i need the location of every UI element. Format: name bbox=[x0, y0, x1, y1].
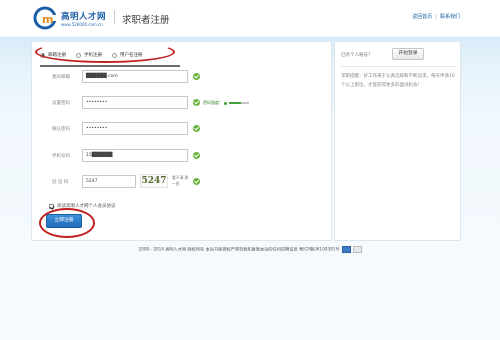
login-button[interactable]: 开始登录 bbox=[392, 48, 424, 60]
tab-label: 手机注册 bbox=[84, 53, 102, 58]
registration-panel: 邮箱注册 手机注册 用户名注册 我的邮箱 ██████.com 设置密码 •••… bbox=[31, 41, 332, 241]
phone-field[interactable]: 15██████ bbox=[82, 149, 188, 162]
side-divider bbox=[341, 66, 455, 67]
phone-label: 手机号码 bbox=[52, 154, 70, 159]
check-ok-icon bbox=[193, 178, 200, 185]
captcha-refresh-link[interactable]: 看不清 换一张 bbox=[172, 175, 190, 186]
security-badge-icon[interactable] bbox=[352, 246, 362, 253]
password-label: 设置密码 bbox=[52, 101, 70, 106]
check-ok-icon bbox=[193, 73, 200, 80]
tab-label: 邮箱注册 bbox=[48, 53, 66, 58]
password-strength: 密码强度： bbox=[203, 100, 249, 106]
email-label: 我的邮箱 bbox=[52, 75, 70, 80]
svg-text:m: m bbox=[42, 13, 53, 26]
confirm-password-row: 确认密码 •••••••• bbox=[32, 121, 332, 137]
link-separator: | bbox=[435, 14, 437, 20]
site-logo[interactable]: m 高明人才网 www.528000.com.cn bbox=[33, 6, 133, 30]
confirm-password-field[interactable]: •••••••• bbox=[82, 122, 188, 135]
page-title: 求职者注册 bbox=[122, 15, 170, 26]
phone-row: 手机号码 15██████ bbox=[32, 148, 332, 164]
agree-label[interactable]: 阅读高明人才网个人会员协议 bbox=[57, 203, 116, 209]
strength-label: 密码强度： bbox=[203, 100, 223, 105]
logo-url: www.528000.com.cn bbox=[61, 22, 103, 27]
job-tip: 求职提醒：好工作来于认真选择和不断追求。每天申请10个以上职位，才能获得更多的面… bbox=[341, 74, 455, 88]
tab-label: 用户名注册 bbox=[120, 53, 143, 58]
link-home[interactable]: 返回首页 bbox=[412, 13, 432, 20]
side-panel: 已有个人账号？ 开始登录 求职提醒：好工作来于认真选择和不断追求。每天申请10个… bbox=[334, 41, 461, 241]
radio-selected-icon[interactable] bbox=[40, 52, 45, 58]
radio-icon[interactable] bbox=[112, 52, 117, 58]
check-ok-icon bbox=[193, 125, 200, 132]
title-divider bbox=[114, 10, 115, 24]
tabs-underline bbox=[40, 65, 180, 67]
check-ok-icon bbox=[193, 99, 200, 106]
link-contact[interactable]: 联系我们 bbox=[440, 13, 460, 20]
agreement: 阅读高明人才网个人会员协议 bbox=[49, 203, 116, 209]
agree-checkbox[interactable] bbox=[49, 203, 54, 209]
captcha-row: 验 证 码 5247 5247 看不清 换一张 bbox=[32, 174, 332, 190]
logo-name: 高明人才网 bbox=[61, 12, 107, 22]
password-field[interactable]: •••••••• bbox=[82, 96, 188, 109]
register-button[interactable]: 立即注册 bbox=[46, 214, 82, 228]
footer-text: 2008 - 2014 高明人才网 版权所有 本站书面授权严禁转载和复制本站的任… bbox=[138, 246, 340, 252]
email-field[interactable]: ██████.com bbox=[82, 70, 188, 83]
strength-dot-icon bbox=[224, 101, 227, 105]
certification-badge-icon[interactable] bbox=[341, 246, 351, 253]
top-links: 返回首页 | 联系我们 bbox=[412, 13, 460, 20]
tab-email-register[interactable]: 邮箱注册 bbox=[40, 52, 66, 58]
strength-bar bbox=[229, 102, 249, 104]
footer: 2008 - 2014 高明人才网 版权所有 本站书面授权严禁转载和复制本站的任… bbox=[0, 246, 500, 253]
logo-mark-icon: m bbox=[33, 6, 58, 30]
have-account-text: 已有个人账号？ bbox=[341, 53, 373, 58]
confirm-password-label: 确认密码 bbox=[52, 127, 70, 132]
email-row: 我的邮箱 ██████.com bbox=[32, 69, 332, 85]
password-row: 设置密码 •••••••• 密码强度： bbox=[32, 95, 332, 111]
captcha-field[interactable]: 5247 bbox=[82, 175, 136, 188]
registration-type-tabs: 邮箱注册 手机注册 用户名注册 bbox=[40, 48, 180, 67]
captcha-image[interactable]: 5247 bbox=[140, 174, 168, 188]
tab-username-register[interactable]: 用户名注册 bbox=[112, 52, 143, 58]
check-ok-icon bbox=[193, 152, 200, 159]
captcha-label: 验 证 码 bbox=[52, 180, 69, 185]
radio-icon[interactable] bbox=[76, 52, 81, 58]
header: m 高明人才网 www.528000.com.cn 求职者注册 返回首页 | 联系我… bbox=[0, 0, 500, 36]
tab-phone-register[interactable]: 手机注册 bbox=[76, 52, 102, 58]
